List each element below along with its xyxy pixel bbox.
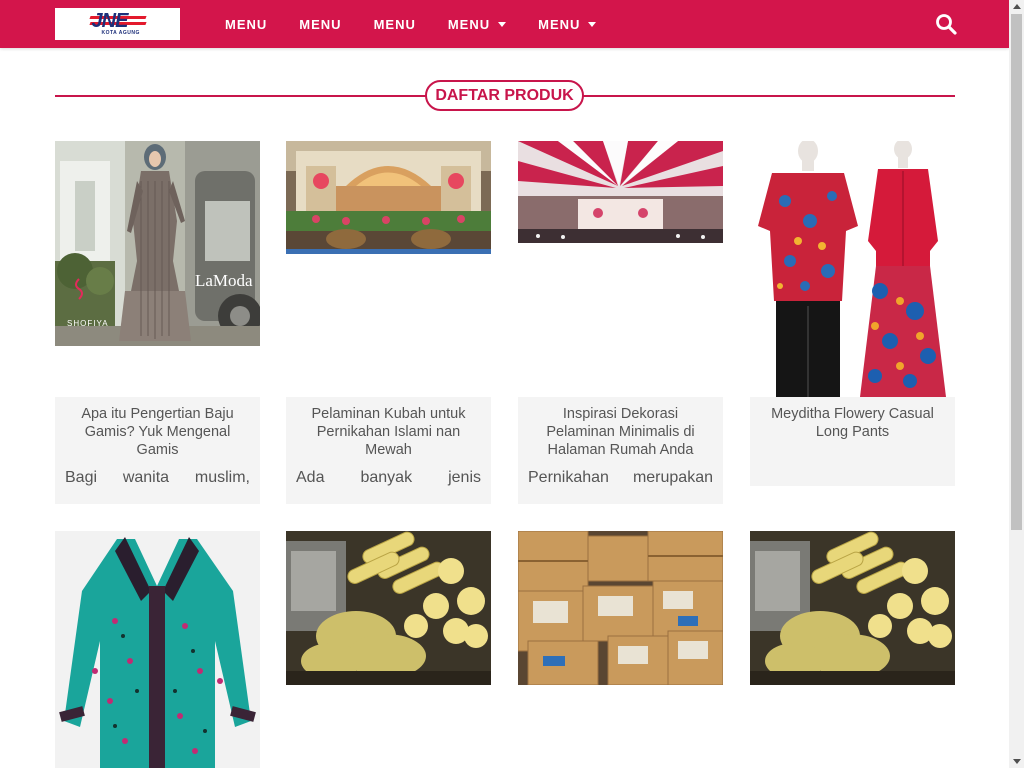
product-thumbnail <box>518 141 723 243</box>
product-excerpt: Pernikahan merupakan <box>528 469 713 486</box>
product-card[interactable] <box>286 531 491 685</box>
product-image-makanan[interactable] <box>286 531 491 685</box>
product-title[interactable]: Apa itu Pengertian Baju Gamis? Yuk Menge… <box>65 405 250 459</box>
main-nav: MENU MENU MENU MENU MENU <box>225 0 628 48</box>
product-caption: Meyditha Flowery Casual Long Pants <box>750 397 955 486</box>
product-title[interactable]: Inspirasi Dekorasi Pelaminan Minimalis d… <box>528 405 713 459</box>
product-caption: Apa itu Pengertian Baju Gamis? Yuk Menge… <box>55 397 260 504</box>
product-title[interactable]: Meyditha Flowery Casual Long Pants <box>760 405 945 441</box>
product-image-batik-couple[interactable] <box>750 141 955 397</box>
nav-label: MENU <box>373 16 416 32</box>
nav-label: MENU <box>447 16 491 32</box>
product-caption: Pelaminan Kubah untuk Pernikahan Islami … <box>286 397 491 504</box>
product-title[interactable]: Pelaminan Kubah untuk Pernikahan Islami … <box>296 405 481 459</box>
site-logo[interactable]: JNE KOTA AGUNG <box>55 8 180 40</box>
nav-item-menu-5[interactable]: MENU <box>538 16 597 32</box>
product-thumbnail <box>286 141 491 254</box>
product-thumbnail: LaModa SHOFIYA <box>55 141 260 346</box>
product-card[interactable]: LaModa SHOFIYA Apa itu Pengertian Baju G… <box>55 141 260 504</box>
svg-text:SHOFIYA: SHOFIYA <box>67 319 109 328</box>
nav-item-menu-3[interactable]: MENU <box>374 17 416 32</box>
image-watermark: LaModa <box>195 271 253 290</box>
nav-item-menu-1[interactable]: MENU <box>225 17 267 32</box>
product-image-makanan-2[interactable] <box>750 531 955 685</box>
product-image-paket[interactable] <box>518 531 723 685</box>
product-image-dekorasi[interactable] <box>518 141 723 243</box>
product-image-pelaminan-kubah[interactable] <box>286 141 491 254</box>
page: JNE KOTA AGUNG MENU MENU MENU MENU MENU … <box>0 0 1024 768</box>
scroll-up-arrow-icon[interactable] <box>1013 4 1021 9</box>
product-thumbnail <box>286 531 491 685</box>
product-thumbnail <box>750 531 955 685</box>
caret-down-icon <box>588 21 597 27</box>
product-thumbnail <box>55 531 260 768</box>
nav-label: MENU <box>299 16 342 32</box>
nav-label: MENU <box>225 16 268 32</box>
logo-text: JNE <box>91 10 129 32</box>
scroll-down-arrow-icon[interactable] <box>1013 759 1021 764</box>
search-icon <box>936 14 957 35</box>
product-card[interactable]: Inspirasi Dekorasi Pelaminan Minimalis d… <box>518 141 723 504</box>
nav-item-menu-4[interactable]: MENU <box>447 16 507 32</box>
caret-down-icon <box>498 21 507 27</box>
product-caption: Inspirasi Dekorasi Pelaminan Minimalis d… <box>518 397 723 504</box>
nav-label: MENU <box>538 16 581 32</box>
product-card[interactable]: Pelaminan Kubah untuk Pernikahan Islami … <box>286 141 491 504</box>
product-image-gamis[interactable]: LaModa SHOFIYA <box>55 141 260 346</box>
product-thumbnail <box>518 531 723 685</box>
product-image-batik-blouse[interactable] <box>55 531 260 768</box>
top-navbar: JNE KOTA AGUNG MENU MENU MENU MENU MENU <box>0 0 1009 48</box>
product-excerpt: Bagi wanita muslim, <box>65 469 250 486</box>
product-thumbnail <box>750 141 955 397</box>
product-card[interactable] <box>55 531 260 768</box>
product-excerpt: Ada banyak jenis <box>296 469 481 486</box>
section-title: DAFTAR PRODUK <box>425 80 584 111</box>
product-card[interactable] <box>518 531 723 685</box>
search-button[interactable] <box>934 12 958 36</box>
logo-subtitle: KOTA AGUNG <box>101 30 140 36</box>
product-card[interactable] <box>750 531 955 685</box>
nav-item-menu-2[interactable]: MENU <box>299 17 341 32</box>
scrollbar-thumb[interactable] <box>1011 14 1022 530</box>
page-scrollbar[interactable] <box>1009 0 1024 768</box>
product-card[interactable]: Meyditha Flowery Casual Long Pants <box>750 141 955 486</box>
jne-logo-mark: JNE KOTA AGUNG <box>88 11 148 37</box>
